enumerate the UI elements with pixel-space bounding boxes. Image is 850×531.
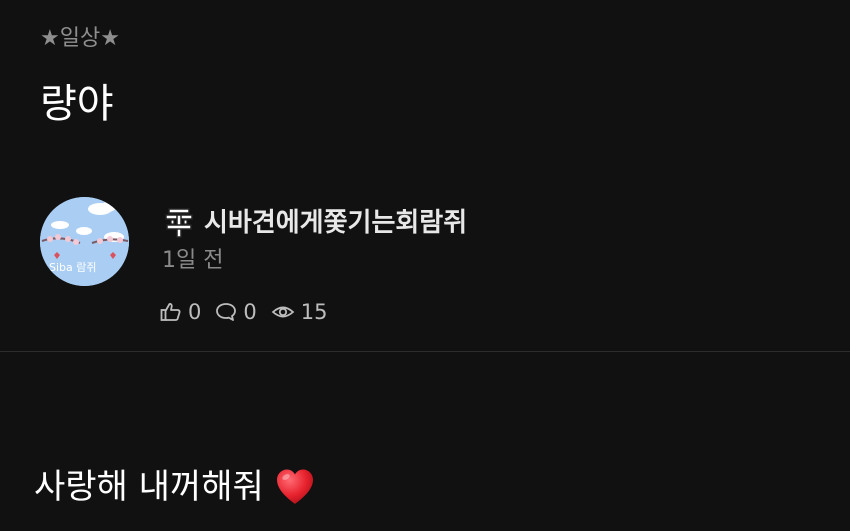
avatar-text: Siba 람쥐 — [49, 261, 97, 274]
divider — [0, 351, 850, 352]
view-stat[interactable]: 15 — [271, 300, 328, 324]
author-name-row[interactable]: 시바견에게쫓기는회람쥐 — [162, 203, 467, 243]
author-name: 시바견에게쫓기는회람쥐 — [204, 208, 468, 238]
post-category[interactable]: ★일상★ — [40, 24, 120, 54]
eye-icon — [271, 306, 295, 318]
thumbs-up-icon — [160, 303, 181, 321]
post-body-text: 사랑해 내꺼해줘 — [34, 467, 264, 507]
author-block: Siba 람쥐 시바견에게쫓기는회람쥐 1일 전 0 0 15 — [40, 197, 740, 327]
post-body: 사랑해 내꺼해줘 — [34, 462, 316, 512]
heart-icon — [276, 469, 313, 504]
level-badge-icon — [165, 208, 193, 238]
comment-stat[interactable]: 0 — [215, 300, 257, 324]
like-count: 0 — [188, 300, 202, 324]
avatar[interactable]: Siba 람쥐 — [40, 197, 129, 286]
post-stats: 0 0 15 — [160, 297, 341, 327]
like-stat[interactable]: 0 — [160, 300, 201, 324]
avatar-image: Siba 람쥐 — [40, 197, 129, 286]
comment-icon — [216, 303, 237, 321]
view-count: 15 — [300, 300, 328, 324]
post-title: 량야 — [40, 81, 114, 127]
post-time: 1일 전 — [162, 248, 224, 273]
comment-count: 0 — [243, 300, 257, 324]
